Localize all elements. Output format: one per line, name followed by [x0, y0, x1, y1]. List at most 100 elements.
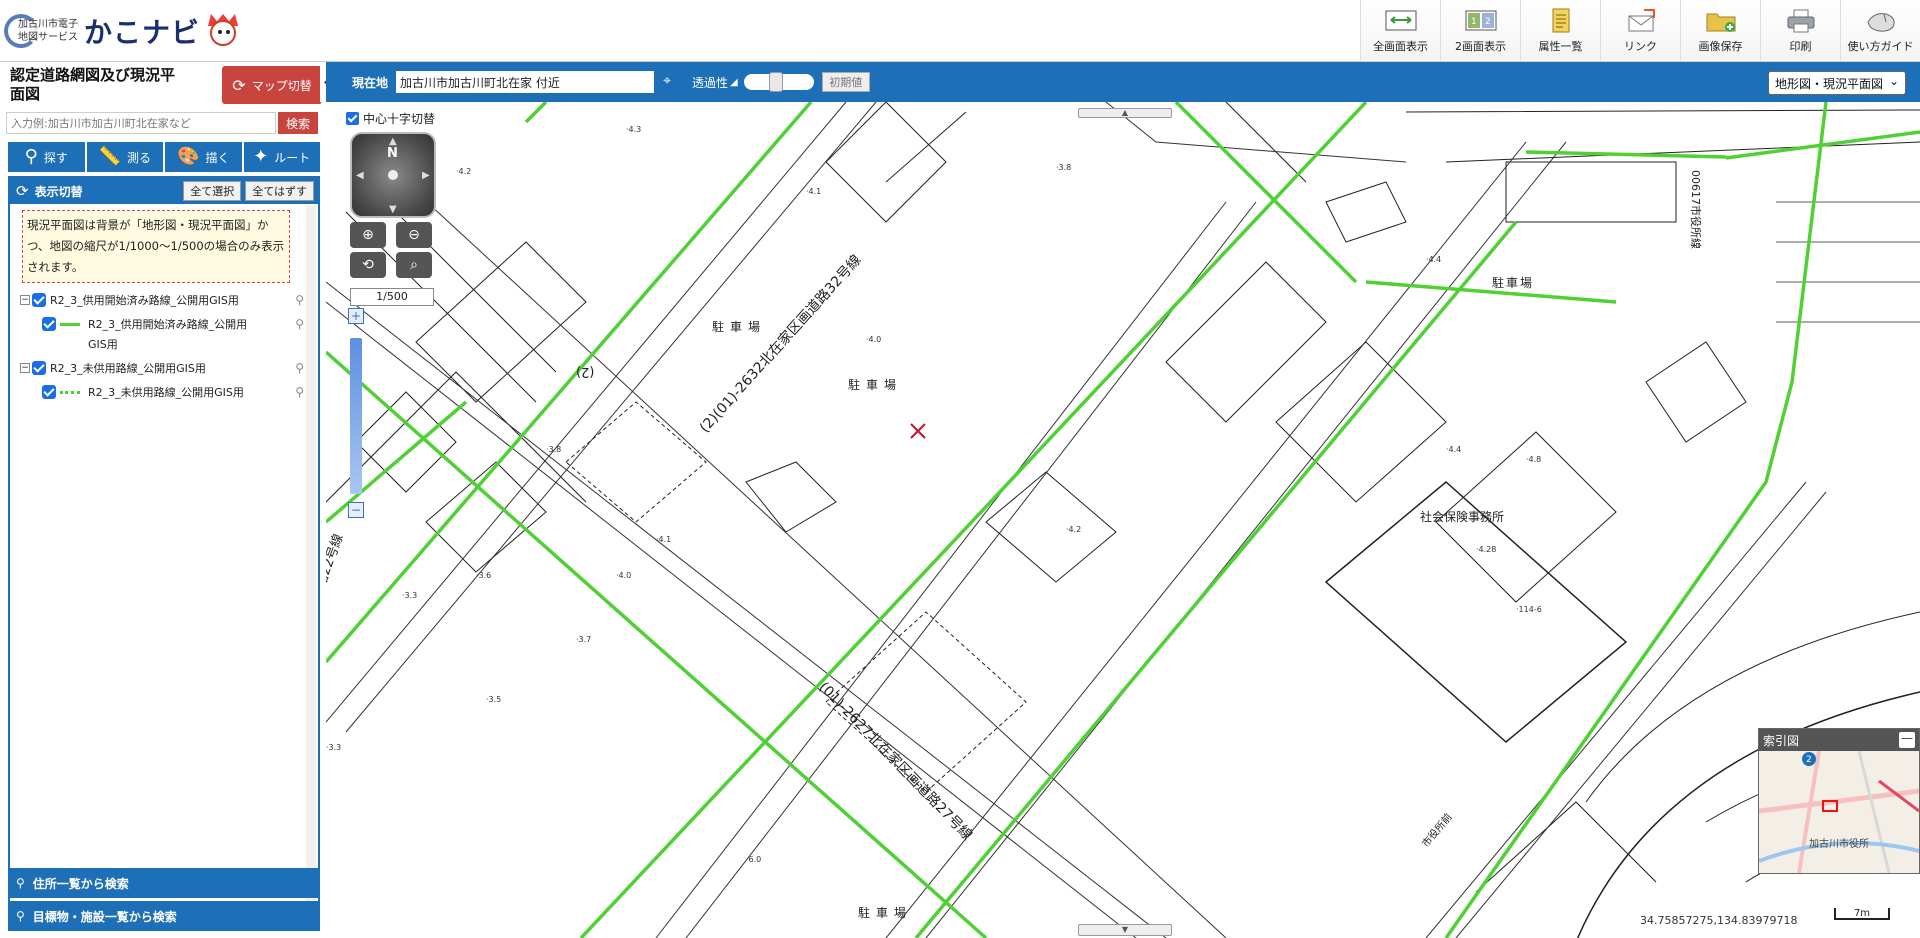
zoom-in-icon[interactable]: ⊕ [350, 222, 386, 248]
minimize-icon[interactable]: — [1899, 732, 1915, 748]
refresh-layers-icon[interactable]: ⟳ [16, 182, 29, 200]
layer-checkbox[interactable] [32, 293, 46, 307]
zoom-plus-icon[interactable]: + [348, 308, 364, 324]
attribute-list-button[interactable]: 属性一覧 [1520, 0, 1600, 60]
zoom-minus-icon[interactable]: − [348, 502, 364, 518]
crosshair-toggle[interactable]: 中心十字切替 [346, 110, 436, 127]
parking-label: 駐車場 [1492, 276, 1535, 290]
select-all-button[interactable]: 全て選択 [183, 181, 242, 201]
center-crosshair-icon [910, 423, 926, 439]
layer-checkbox[interactable] [42, 385, 56, 399]
opacity-reset-button[interactable]: 初期値 [821, 72, 870, 92]
header: 加古川市電子 地図サービス かこナビ 全画面表示 12 2画面表示 属性一覧 リ… [0, 0, 1920, 62]
pan-control[interactable]: N ▲ ▼ ◀ ▶ [350, 132, 436, 222]
collapse-icon[interactable]: − [20, 295, 30, 305]
svg-text:·4.4: ·4.4 [1426, 255, 1441, 264]
link-button[interactable]: リンク [1600, 0, 1680, 60]
zoom-to-layer-icon[interactable]: ⚲ [295, 361, 304, 375]
svg-text:·3.3: ·3.3 [402, 591, 417, 600]
collapse-icon[interactable]: − [20, 363, 30, 373]
map-canvas[interactable]: ·4.3 ·4.2 ·4.1 ·4.0 ·3.8 ·4.1 ·3.6 ·4.0 ·3.3 ·… [326, 102, 1920, 938]
bottom-search-links: ⚲ 住所一覧から検索 ⚲ 目標物・施設一覧から検索 [8, 868, 320, 934]
road-name-label: 00617市役所線 [1689, 170, 1702, 249]
facility-list-search-link[interactable]: ⚲ 目標物・施設一覧から検索 [8, 901, 320, 931]
logo-sub-line1: 加古川市電子 [18, 19, 78, 30]
pan-left-icon[interactable]: ◀ [356, 170, 364, 181]
pan-down-handle[interactable]: ▼ [1078, 924, 1172, 936]
tab-search-label: 探す [43, 150, 68, 165]
map-drawing: ·4.3 ·4.2 ·4.1 ·4.0 ·3.8 ·4.1 ·3.6 ·4.0 ·3.3 ·… [326, 102, 1920, 938]
locate-icon[interactable]: ⌖ [658, 73, 676, 91]
opacity-slider[interactable] [743, 72, 814, 92]
pan-center-icon[interactable] [388, 170, 398, 180]
layer-label: R2_3_未供用路線_公開用GIS用 [88, 386, 244, 399]
zoom-track[interactable] [350, 338, 362, 494]
zoom-out-icon[interactable]: ⊖ [396, 222, 432, 248]
road-number-label: (2) [576, 364, 595, 379]
pan-up-icon[interactable]: ▲ [389, 136, 397, 147]
tab-route-label: ルート [274, 150, 311, 165]
layer-checkbox[interactable] [42, 317, 56, 331]
image-save-button[interactable]: 画像保存 [1680, 0, 1760, 60]
pan-up-handle[interactable]: ▲ [1078, 108, 1172, 118]
overview-label: 加古川市役所 [1809, 837, 1869, 850]
map-switch-button[interactable]: ⟳ マップ切替 [222, 66, 322, 104]
crosshair-checkbox[interactable] [346, 112, 359, 125]
svg-text:·114-6: ·114-6 [1516, 605, 1542, 614]
fullscreen-button[interactable]: 全画面表示 [1360, 0, 1440, 60]
tab-route[interactable]: ✦ ルート [243, 142, 320, 172]
north-icon: N [387, 146, 398, 161]
rotate-reset-icon[interactable]: ⟲ [350, 252, 386, 278]
parking-label: 駐車場 [712, 320, 767, 334]
guide-label: 使い方ガイド [1847, 40, 1914, 53]
svg-text:·4.3: ·4.3 [626, 125, 641, 134]
opacity-slider-knob[interactable] [768, 72, 783, 92]
address-search-input[interactable] [6, 112, 276, 134]
facility-list-label: 目標物・施設一覧から検索 [32, 909, 177, 924]
guide-button[interactable]: 使い方ガイド [1840, 0, 1920, 60]
layer-scrollbar[interactable] [306, 206, 316, 922]
location-field[interactable]: 加古川市加古川町北在家 付近 [396, 71, 655, 93]
address-list-search-link[interactable]: ⚲ 住所一覧から検索 [8, 868, 320, 898]
search-button[interactable]: 検索 [278, 112, 318, 134]
svg-text:·3.6: ·3.6 [476, 571, 491, 580]
zoom-to-layer-icon[interactable]: ⚲ [295, 293, 304, 307]
svg-text:·3.7: ·3.7 [576, 635, 591, 644]
tab-measure[interactable]: 📏 測る [86, 142, 163, 172]
svg-text:·3.5: ·3.5 [486, 695, 501, 704]
scale-bar: 7m [1834, 908, 1890, 920]
opacity-triangle-icon: ◢ [730, 76, 738, 88]
basemap-select[interactable]: 地形図・現況平面図 ⌄ [1768, 71, 1906, 95]
map-toolbar: 現在地 加古川市加古川町北在家 付近 ⌖ 透過性 ◢ 初期値 地形図・現況平面図… [326, 62, 1920, 102]
zoom-box-icon[interactable]: ⌕ [396, 252, 432, 278]
tab-draw-label: 描く [205, 150, 230, 165]
logo[interactable]: 加古川市電子 地図サービス かこナビ [4, 6, 240, 56]
layer-group-unopened-roads[interactable]: − R2_3_未供用路線_公開用GIS用 ⚲ [20, 359, 318, 383]
pan-down-icon[interactable]: ▼ [389, 204, 397, 215]
pan-right-icon[interactable]: ▶ [422, 170, 430, 181]
layer-checkbox[interactable] [32, 361, 46, 375]
tab-search[interactable]: ⚲ 探す [8, 142, 85, 172]
road-lines [326, 102, 1920, 938]
zoom-slider[interactable]: + − [348, 308, 364, 518]
deselect-all-button[interactable]: 全てはずす [245, 181, 314, 201]
attribute-list-icon [1544, 8, 1578, 34]
dual-screen-button[interactable]: 12 2画面表示 [1440, 0, 1520, 60]
layer-group-opened-roads[interactable]: − R2_3_供用開始済み路線_公開用GIS用 ⚲ [20, 291, 318, 315]
svg-text:·3.8: ·3.8 [1056, 163, 1071, 172]
layer-item-unopened-roads[interactable]: R2_3_未供用路線_公開用GIS用 ⚲ [42, 383, 318, 427]
address-list-label: 住所一覧から検索 [32, 876, 129, 891]
search-icon: ⚲ [16, 876, 25, 890]
layer-panel: ⟳ 表示切替 全て選択 全てはずす 現況平面図は背景が「地形図・現況平面図」かつ… [8, 176, 320, 926]
layer-item-opened-roads[interactable]: R2_3_供用開始済み路線_公開用GIS用 ⚲ [42, 315, 318, 359]
opacity-label: 透過性 [692, 75, 729, 90]
print-button[interactable]: 印刷 [1760, 0, 1840, 60]
basemap-value: 地形図・現況平面図 [1775, 77, 1884, 91]
mascot-icon [206, 14, 240, 48]
overview-map[interactable]: 索引図 — 2 加古川市役所 [1758, 728, 1920, 874]
zoom-to-layer-icon[interactable]: ⚲ [295, 317, 304, 331]
svg-text:·4.1: ·4.1 [656, 535, 671, 544]
zoom-to-layer-icon[interactable]: ⚲ [295, 385, 304, 399]
tab-draw[interactable]: 🎨 描く [165, 142, 242, 172]
logo-title: かこナビ [84, 16, 201, 49]
